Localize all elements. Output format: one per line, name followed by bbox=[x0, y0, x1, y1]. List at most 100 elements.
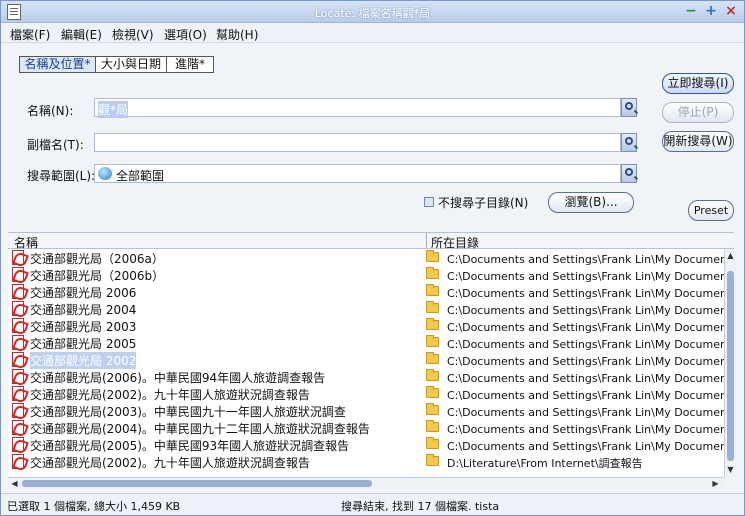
file-name: 交通部觀光局 2004 bbox=[30, 303, 137, 317]
file-location: D:\Literature\From Internet\調查報告 bbox=[447, 457, 643, 470]
scroll-right-icon[interactable]: ▶ bbox=[711, 479, 720, 488]
search-now-button[interactable]: 立即搜尋(I) bbox=[662, 73, 734, 94]
tab-advanced[interactable]: 進階* bbox=[166, 56, 214, 73]
menu-options[interactable]: 選項(O) bbox=[164, 26, 207, 43]
vertical-scrollbar[interactable]: ▲ ▼ bbox=[724, 249, 736, 477]
scope-label: 搜尋範圍(L): bbox=[27, 169, 96, 183]
table-row[interactable]: 交通部觀光局(2004)。中華民國九十二年國人旅遊狀況調查報告 C:\Docume… bbox=[8, 419, 724, 436]
pdf-file-icon bbox=[12, 420, 24, 435]
file-name: 交通部觀光局 2006 bbox=[30, 286, 137, 300]
preset-button[interactable]: Preset bbox=[688, 200, 734, 221]
folder-icon bbox=[426, 386, 439, 398]
table-row[interactable]: 交通部觀光局 2004 C:\Documents and Settings\Fra… bbox=[8, 300, 724, 317]
pdf-file-icon bbox=[12, 301, 24, 316]
table-row[interactable]: 交通部觀光局(2005)。中華民國93年國人旅遊狀況調查報告 C:\Documen… bbox=[8, 436, 724, 453]
file-location: C:\Documents and Settings\Frank Lin\My D… bbox=[447, 321, 724, 334]
name-search-button[interactable] bbox=[621, 98, 637, 117]
file-name: 交通部觀光局 2003 bbox=[30, 320, 137, 334]
pdf-file-icon bbox=[12, 284, 24, 299]
browse-button[interactable]: 瀏覽(B)... bbox=[548, 192, 634, 213]
results-header: 名稱 所在目錄 bbox=[8, 232, 734, 250]
folder-icon bbox=[426, 420, 439, 432]
file-name: 交通部觀光局(2002)。九十年國人旅遊狀況調查報告 bbox=[30, 456, 310, 470]
file-location: C:\Documents and Settings\Frank Lin\My D… bbox=[447, 372, 724, 385]
file-name: 交通部觀光局(2006)。中華民國94年國人旅遊調查報告 bbox=[30, 371, 326, 385]
scope-input[interactable]: 全部範圍 bbox=[94, 164, 621, 183]
scroll-left-icon[interactable]: ◀ bbox=[10, 479, 19, 488]
stop-button[interactable]: 停止(P) bbox=[662, 102, 734, 123]
folder-icon bbox=[426, 335, 439, 347]
file-name: 交通部觀光局 2005 bbox=[30, 337, 137, 351]
scroll-down-icon[interactable]: ▼ bbox=[726, 465, 735, 474]
status-selection: 已選取 1 個檔案, 總大小 1,459 KB bbox=[7, 500, 181, 513]
table-row[interactable]: 交通部觀光局（2006b） C:\Documents and Settings\F… bbox=[8, 266, 724, 283]
file-location: C:\Documents and Settings\Frank Lin\My D… bbox=[447, 253, 724, 266]
scroll-up-icon[interactable]: ▲ bbox=[726, 251, 735, 260]
horizontal-scrollbar[interactable]: ◀ ▶ bbox=[8, 477, 724, 489]
search-icon bbox=[625, 168, 633, 176]
menu-view[interactable]: 檢視(V) bbox=[112, 26, 154, 43]
table-row[interactable]: 交通部觀光局(2002)。九十年國人旅遊狀況調查報告 D:\Literature\… bbox=[8, 453, 724, 470]
column-divider[interactable] bbox=[426, 233, 427, 248]
menu-bar: 檔案(F) 編輯(E) 檢視(V) 選項(O) 幫助(H) bbox=[1, 23, 744, 43]
menu-help[interactable]: 幫助(H) bbox=[216, 26, 258, 43]
file-name: 交通部觀光局（2006b） bbox=[30, 269, 165, 283]
extension-search-button[interactable] bbox=[621, 133, 637, 152]
close-icon[interactable]: × bbox=[723, 4, 739, 20]
table-row[interactable]: 交通部觀光局（2006a） C:\Documents and Settings\F… bbox=[8, 249, 724, 266]
results-list[interactable]: 交通部觀光局（2006a） C:\Documents and Settings\F… bbox=[8, 249, 724, 477]
locate-window: Locate: 檔案名稱觀*局 − + × 檔案(F) 編輯(E) 檢視(V) … bbox=[0, 0, 745, 516]
pdf-file-icon bbox=[12, 386, 24, 401]
table-row[interactable]: 交通部觀光局(2006)。中華民國94年國人旅遊調查報告 C:\Documents… bbox=[8, 368, 724, 385]
table-row[interactable]: 交通部觀光局(2003)。中華民國九十一年國人旅遊狀況調查 C:\Document… bbox=[8, 402, 724, 419]
folder-icon bbox=[426, 403, 439, 415]
table-row[interactable]: 交通部觀光局(2002)。九十年國人旅遊狀況調查報告 C:\Documents a… bbox=[8, 385, 724, 402]
no-subfolders-checkbox[interactable] bbox=[424, 197, 434, 207]
file-location: C:\Documents and Settings\Frank Lin\My D… bbox=[447, 304, 724, 317]
file-location: C:\Documents and Settings\Frank Lin\My D… bbox=[447, 270, 724, 283]
new-search-button[interactable]: 開新搜尋(W) bbox=[662, 131, 734, 152]
minimize-icon[interactable]: − bbox=[683, 4, 699, 20]
folder-icon bbox=[426, 267, 439, 279]
pdf-file-icon bbox=[12, 454, 24, 469]
extension-input[interactable] bbox=[94, 133, 621, 152]
menu-edit[interactable]: 編輯(E) bbox=[61, 26, 102, 43]
window-title: Locate: 檔案名稱觀*局 bbox=[314, 7, 431, 20]
file-location: C:\Documents and Settings\Frank Lin\My D… bbox=[447, 355, 724, 368]
file-name: 交通部觀光局 2002 bbox=[30, 352, 137, 369]
folder-icon bbox=[426, 318, 439, 330]
status-bar: 已選取 1 個檔案, 總大小 1,459 KB 搜尋結束, 找到 17 個檔案.… bbox=[1, 493, 744, 515]
horizontal-scroll-thumb[interactable] bbox=[22, 480, 372, 487]
vertical-scroll-thumb[interactable] bbox=[727, 271, 734, 461]
name-input-value: 觀*局 bbox=[98, 101, 129, 118]
file-name: 交通部觀光局（2006a） bbox=[30, 252, 164, 266]
folder-icon bbox=[426, 369, 439, 381]
tab-name-location[interactable]: 名稱及位置* bbox=[19, 56, 96, 73]
file-location: C:\Documents and Settings\Frank Lin\My D… bbox=[447, 338, 724, 351]
no-subfolders-label: 不搜尋子目錄(N) bbox=[438, 196, 529, 210]
maximize-icon[interactable]: + bbox=[703, 4, 719, 20]
pdf-file-icon bbox=[12, 250, 24, 265]
pdf-file-icon bbox=[12, 267, 24, 282]
globe-icon bbox=[98, 167, 112, 180]
file-location: C:\Documents and Settings\Frank Lin\My D… bbox=[447, 389, 724, 402]
menu-file[interactable]: 檔案(F) bbox=[10, 26, 50, 43]
file-name: 交通部觀光局(2002)。九十年國人旅遊狀況調查報告 bbox=[30, 388, 310, 402]
table-row[interactable]: 交通部觀光局 2005 C:\Documents and Settings\Fra… bbox=[8, 334, 724, 351]
file-location: C:\Documents and Settings\Frank Lin\My D… bbox=[447, 423, 724, 436]
file-location: C:\Documents and Settings\Frank Lin\My D… bbox=[447, 406, 724, 419]
name-input[interactable]: 觀*局 bbox=[94, 98, 621, 118]
folder-icon bbox=[426, 284, 439, 296]
folder-icon bbox=[426, 250, 439, 262]
table-row[interactable]: 交通部觀光局 2002 C:\Documents and Settings\Fra… bbox=[8, 351, 724, 369]
table-row[interactable]: 交通部觀光局 2006 C:\Documents and Settings\Fra… bbox=[8, 283, 724, 300]
scope-search-button[interactable] bbox=[621, 164, 637, 183]
extension-label: 副檔名(T): bbox=[27, 138, 84, 152]
tab-size-date[interactable]: 大小與日期 bbox=[95, 56, 167, 73]
table-row[interactable]: 交通部觀光局 2003 C:\Documents and Settings\Fra… bbox=[8, 317, 724, 334]
folder-icon bbox=[426, 352, 439, 364]
pdf-file-icon bbox=[12, 335, 24, 350]
status-search-result: 搜尋結束, 找到 17 個檔案. tista bbox=[341, 500, 500, 513]
pdf-file-icon bbox=[12, 403, 24, 418]
file-name: 交通部觀光局(2004)。中華民國九十二年國人旅遊狀況調查報告 bbox=[30, 422, 370, 436]
